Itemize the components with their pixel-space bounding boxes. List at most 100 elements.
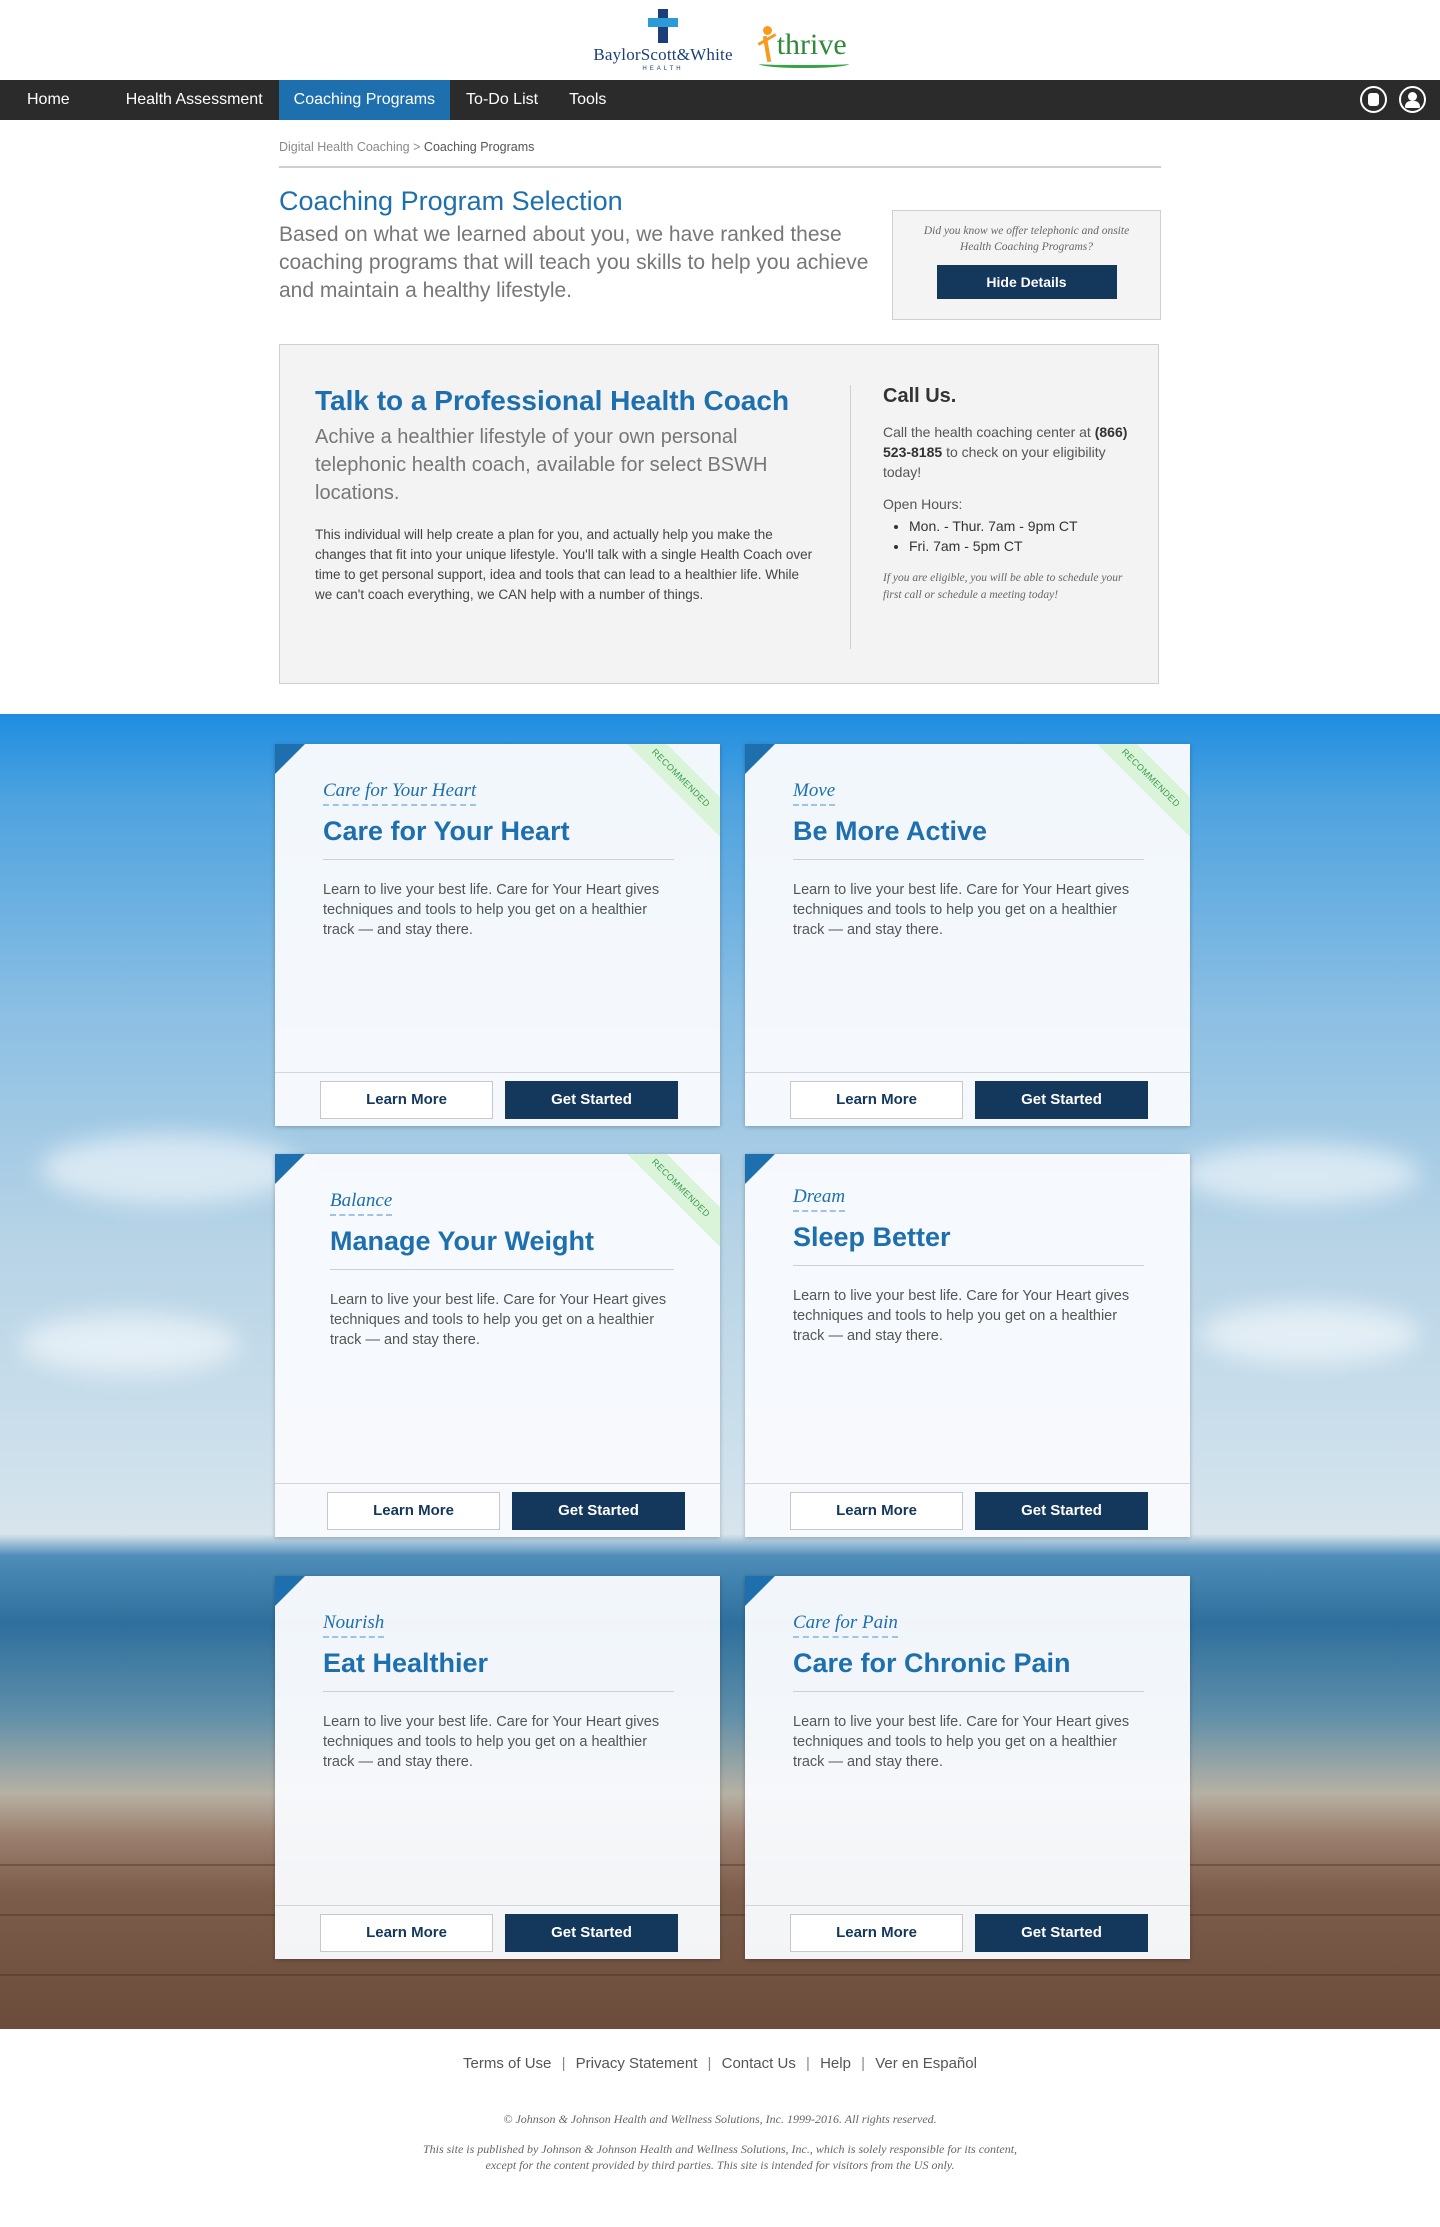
learn-more-button[interactable]: Learn More bbox=[320, 1913, 493, 1952]
card-actions: Learn More Get Started bbox=[745, 1905, 1190, 1959]
hours-item: Fri. 7am - 5pm CT bbox=[909, 536, 1131, 556]
card-description: Learn to live your best life. Care for Y… bbox=[793, 882, 1130, 938]
breadcrumb-parent[interactable]: Digital Health Coaching bbox=[279, 140, 410, 154]
card-title: Manage Your Weight bbox=[330, 1226, 674, 1270]
program-card-move: RECOMMENDED Move Be More Active Learn to… bbox=[745, 744, 1190, 1126]
card-category: Move bbox=[793, 780, 836, 806]
get-started-button[interactable]: Get Started bbox=[975, 1913, 1148, 1952]
footer-link-help[interactable]: Help bbox=[820, 2055, 851, 2072]
card-actions: Learn More Get Started bbox=[275, 1905, 720, 1959]
coach-body: This individual will help create a plan … bbox=[315, 527, 813, 602]
accessibility-icon[interactable] bbox=[1360, 86, 1387, 113]
nav-item-coaching-programs[interactable]: Coaching Programs bbox=[278, 80, 451, 120]
background-cloud bbox=[20, 1314, 240, 1374]
nav-item-home[interactable]: Home bbox=[12, 80, 110, 120]
nav-item-to-do-list[interactable]: To-Do List bbox=[451, 80, 553, 120]
bsw-logo-text: BaylorScott&White bbox=[593, 44, 733, 64]
footer: Terms of Use | Privacy Statement | Conta… bbox=[0, 2029, 1440, 2173]
card-corner-flag bbox=[275, 1576, 305, 1606]
card-title: Sleep Better bbox=[793, 1222, 1144, 1266]
breadcrumb-current: Coaching Programs bbox=[423, 140, 535, 154]
card-corner-flag bbox=[745, 1154, 775, 1184]
background-cloud bbox=[40, 1134, 300, 1204]
hours-item: Mon. - Thur. 7am - 9pm CT bbox=[909, 516, 1131, 536]
nav-right-icons bbox=[1360, 86, 1426, 113]
baylor-scott-white-logo[interactable]: BaylorScott&White HEALTH bbox=[593, 8, 733, 72]
footer-link-spanish[interactable]: Ver en Español bbox=[875, 2055, 977, 2072]
call-text-before: Call the health coaching center at bbox=[883, 424, 1091, 440]
footer-links: Terms of Use | Privacy Statement | Conta… bbox=[0, 2055, 1440, 2072]
program-card-balance: RECOMMENDED Balance Manage Your Weight L… bbox=[275, 1154, 720, 1537]
selection-area: Coaching Program Selection Based on what… bbox=[279, 168, 1161, 320]
program-card-dream: Dream Sleep Better Learn to live your be… bbox=[745, 1154, 1190, 1537]
page-description: Based on what we learned about you, we h… bbox=[279, 223, 869, 302]
get-started-button[interactable]: Get Started bbox=[512, 1491, 685, 1530]
coach-subtitle: Achive a healthier lifestyle of your own… bbox=[315, 426, 768, 504]
card-corner-flag bbox=[275, 744, 305, 774]
get-started-button[interactable]: Get Started bbox=[505, 1080, 678, 1119]
professional-coach-panel: Talk to a Professional Health Coach Achi… bbox=[279, 344, 1159, 684]
card-corner-flag bbox=[745, 1576, 775, 1606]
card-category: Care for Pain bbox=[793, 1612, 898, 1638]
learn-more-button[interactable]: Learn More bbox=[790, 1913, 963, 1952]
deck-plank-line bbox=[0, 1864, 1440, 1866]
call-us-text: Call the health coaching center at (866)… bbox=[883, 422, 1131, 482]
card-description: Learn to live your best life. Care for Y… bbox=[793, 1288, 1130, 1344]
get-started-button[interactable]: Get Started bbox=[505, 1913, 678, 1952]
open-hours-label: Open Hours: bbox=[883, 496, 963, 512]
get-started-button[interactable]: Get Started bbox=[975, 1080, 1148, 1119]
thrive-logo-text: thrive bbox=[776, 28, 847, 61]
logo-bar: BaylorScott&White HEALTH thrive bbox=[0, 0, 1440, 80]
card-actions: Learn More Get Started bbox=[275, 1483, 720, 1537]
open-hours-list: Mon. - Thur. 7am - 9pm CT Fri. 7am - 5pm… bbox=[883, 516, 1131, 556]
learn-more-button[interactable]: Learn More bbox=[790, 1491, 963, 1530]
call-us-section: Call Us. Call the health coaching center… bbox=[851, 385, 1131, 683]
breadcrumb-separator: > bbox=[413, 140, 421, 154]
footer-copyright: © Johnson & Johnson Health and Wellness … bbox=[503, 2112, 937, 2126]
footer-link-privacy[interactable]: Privacy Statement bbox=[576, 2055, 698, 2072]
page-title: Coaching Program Selection bbox=[279, 186, 623, 216]
bsw-logo-subtext: HEALTH bbox=[642, 65, 684, 72]
thrive-logo[interactable]: thrive bbox=[755, 12, 849, 68]
nav-item-tools[interactable]: Tools bbox=[554, 80, 621, 120]
coaching-info-text: Did you know we offer telephonic and ons… bbox=[923, 225, 1130, 253]
footer-separator: | bbox=[561, 2055, 566, 2072]
program-card-heart: RECOMMENDED Care for Your Heart Care for… bbox=[275, 744, 720, 1126]
card-category: Balance bbox=[330, 1190, 393, 1216]
hide-details-button[interactable]: Hide Details bbox=[936, 265, 1117, 299]
user-account-icon[interactable] bbox=[1399, 86, 1426, 113]
background-cloud bbox=[1200, 1304, 1420, 1364]
card-actions: Learn More Get Started bbox=[275, 1072, 720, 1126]
footer-link-contact[interactable]: Contact Us bbox=[722, 2055, 796, 2072]
learn-more-button[interactable]: Learn More bbox=[327, 1491, 500, 1530]
card-corner-flag bbox=[745, 744, 775, 774]
card-description: Learn to live your best life. Care for Y… bbox=[323, 882, 660, 938]
program-card-nourish: Nourish Eat Healthier Learn to live your… bbox=[275, 1576, 720, 1959]
card-title: Care for Chronic Pain bbox=[793, 1648, 1144, 1692]
card-title: Eat Healthier bbox=[323, 1648, 674, 1692]
programs-area: RECOMMENDED Care for Your Heart Care for… bbox=[0, 714, 1440, 2029]
learn-more-button[interactable]: Learn More bbox=[790, 1080, 963, 1119]
bsw-cross-icon bbox=[648, 8, 678, 43]
background-cloud bbox=[1180, 1144, 1420, 1204]
call-us-title: Call Us. bbox=[883, 385, 957, 407]
card-corner-flag bbox=[275, 1154, 305, 1184]
card-description: Learn to live your best life. Care for Y… bbox=[793, 1714, 1130, 1770]
deck-plank-line bbox=[0, 1974, 1440, 1976]
card-description: Learn to live your best life. Care for Y… bbox=[323, 1714, 660, 1770]
learn-more-button[interactable]: Learn More bbox=[320, 1080, 493, 1119]
main-content: Digital Health Coaching > Coaching Progr… bbox=[279, 120, 1161, 684]
main-nav: Home Health Assessment Coaching Programs… bbox=[0, 80, 1440, 120]
nav-item-health-assessment[interactable]: Health Assessment bbox=[111, 80, 278, 120]
footer-link-terms[interactable]: Terms of Use bbox=[463, 2055, 551, 2072]
get-started-button[interactable]: Get Started bbox=[975, 1491, 1148, 1530]
card-category: Nourish bbox=[323, 1612, 385, 1638]
card-title: Care for Your Heart bbox=[323, 816, 674, 860]
card-description: Learn to live your best life. Care for Y… bbox=[330, 1292, 667, 1348]
footer-separator: | bbox=[806, 2055, 810, 2072]
card-actions: Learn More Get Started bbox=[745, 1483, 1190, 1537]
thrive-swoosh bbox=[758, 60, 849, 68]
program-card-pain: Care for Pain Care for Chronic Pain Lear… bbox=[745, 1576, 1190, 1959]
card-category: Care for Your Heart bbox=[323, 780, 477, 806]
eligibility-note: If you are eligible, you will be able to… bbox=[883, 572, 1123, 601]
